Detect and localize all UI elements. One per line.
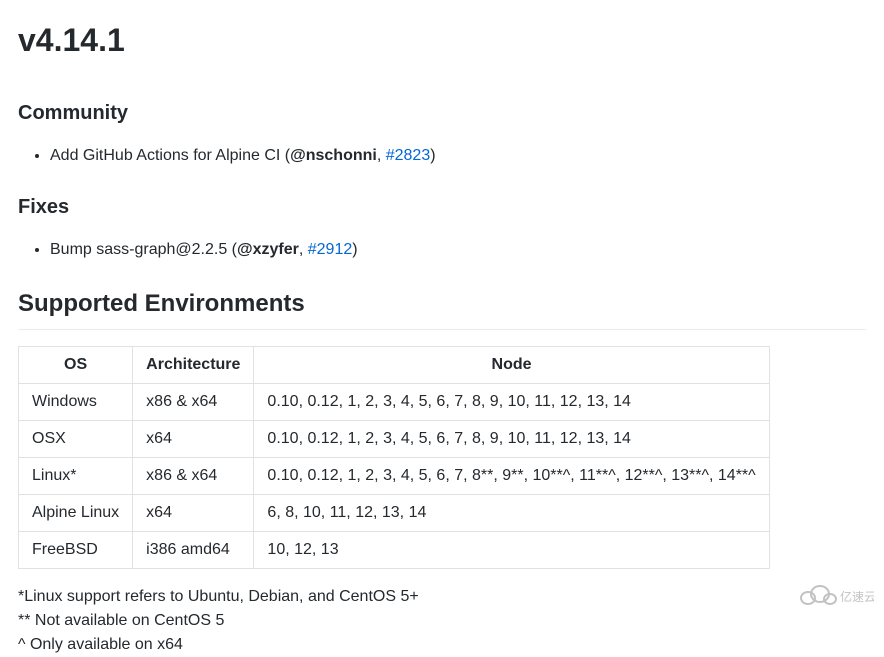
col-os: OS [19, 346, 133, 383]
author-handle: @nschonni [290, 147, 377, 164]
col-arch: Architecture [133, 346, 254, 383]
watermark-text: 亿速云 [840, 589, 874, 604]
environments-heading: Supported Environments [18, 286, 866, 330]
col-node: Node [254, 346, 769, 383]
cell-arch: x64 [133, 420, 254, 457]
cell-node: 10, 12, 13 [254, 531, 769, 568]
community-heading: Community [18, 98, 866, 128]
cell-arch: x86 & x64 [133, 457, 254, 494]
environments-table: OS Architecture Node Windows x86 & x64 0… [18, 346, 770, 569]
cell-os: FreeBSD [19, 531, 133, 568]
list-item: Bump sass-graph@2.2.5 (@xzyfer, #2912) [50, 238, 866, 262]
cell-os: Alpine Linux [19, 494, 133, 531]
fixes-heading: Fixes [18, 192, 866, 222]
table-row: Linux* x86 & x64 0.10, 0.12, 1, 2, 3, 4,… [19, 457, 770, 494]
table-header-row: OS Architecture Node [19, 346, 770, 383]
fixes-list: Bump sass-graph@2.2.5 (@xzyfer, #2912) [18, 238, 866, 262]
sep: , [377, 147, 386, 164]
cloud-icon: 亿速云 [794, 582, 874, 610]
table-row: FreeBSD i386 amd64 10, 12, 13 [19, 531, 770, 568]
table-row: Windows x86 & x64 0.10, 0.12, 1, 2, 3, 4… [19, 383, 770, 420]
footnote: *Linux support refers to Ubuntu, Debian,… [18, 585, 866, 609]
list-item: Add GitHub Actions for Alpine CI (@nscho… [50, 144, 866, 168]
suffix: ) [430, 147, 435, 164]
cell-arch: x64 [133, 494, 254, 531]
cell-node: 6, 8, 10, 11, 12, 13, 14 [254, 494, 769, 531]
cell-node: 0.10, 0.12, 1, 2, 3, 4, 5, 6, 7, 8**, 9*… [254, 457, 769, 494]
cell-os: Linux* [19, 457, 133, 494]
suffix: ) [352, 241, 357, 258]
table-row: Alpine Linux x64 6, 8, 10, 11, 12, 13, 1… [19, 494, 770, 531]
table-row: OSX x64 0.10, 0.12, 1, 2, 3, 4, 5, 6, 7,… [19, 420, 770, 457]
footnote: ^ Only available on x64 [18, 633, 866, 657]
changelog-text: Bump sass-graph@2.2.5 ( [50, 241, 237, 258]
issue-link[interactable]: #2823 [386, 147, 431, 164]
community-list: Add GitHub Actions for Alpine CI (@nscho… [18, 144, 866, 168]
author-handle: @xzyfer [237, 241, 299, 258]
page-title: v4.14.1 [18, 16, 866, 74]
footnote: ** Not available on CentOS 5 [18, 609, 866, 633]
footnotes: *Linux support refers to Ubuntu, Debian,… [18, 585, 866, 657]
sep: , [299, 241, 308, 258]
cell-arch: i386 amd64 [133, 531, 254, 568]
cell-arch: x86 & x64 [133, 383, 254, 420]
cell-node: 0.10, 0.12, 1, 2, 3, 4, 5, 6, 7, 8, 9, 1… [254, 420, 769, 457]
issue-link[interactable]: #2912 [308, 241, 353, 258]
cell-node: 0.10, 0.12, 1, 2, 3, 4, 5, 6, 7, 8, 9, 1… [254, 383, 769, 420]
watermark-logo: 亿速云 [794, 582, 874, 610]
cell-os: Windows [19, 383, 133, 420]
cell-os: OSX [19, 420, 133, 457]
changelog-text: Add GitHub Actions for Alpine CI ( [50, 147, 290, 164]
